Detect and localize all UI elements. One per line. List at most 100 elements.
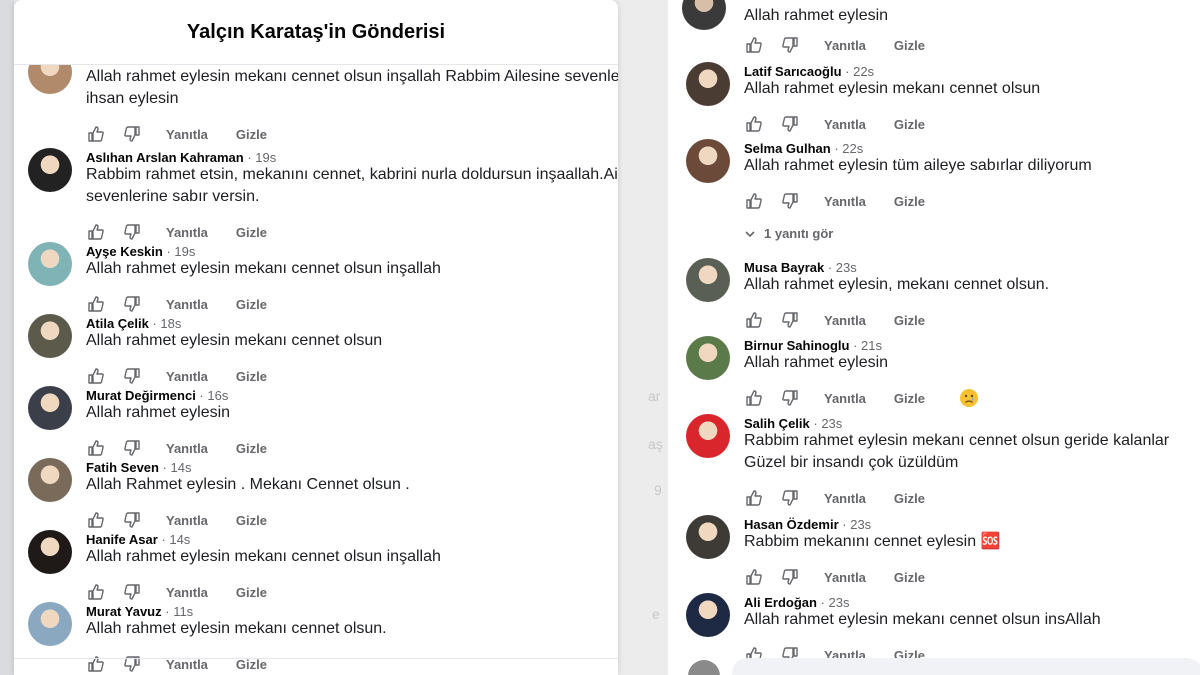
reply-button[interactable]: Yanıtla [824, 391, 866, 406]
comment-time[interactable]: 19s [174, 244, 195, 259]
like-icon[interactable] [744, 567, 764, 587]
dislike-icon[interactable] [122, 294, 142, 314]
like-icon[interactable] [744, 310, 764, 330]
avatar[interactable] [686, 593, 730, 637]
commenter-name[interactable]: Salih Çelik [744, 416, 810, 431]
dislike-icon[interactable] [122, 366, 142, 386]
avatar[interactable] [686, 515, 730, 559]
show-replies-link[interactable]: 1 yanıtı gör [744, 226, 833, 241]
hide-button[interactable]: Gizle [894, 313, 925, 328]
avatar[interactable] [28, 242, 72, 286]
comment-text: Güzel bir insandı çok üzüldüm [744, 454, 959, 471]
like-icon[interactable] [744, 191, 764, 211]
comment-time[interactable]: 22s [842, 141, 863, 156]
avatar[interactable] [686, 139, 730, 183]
commenter-name[interactable]: Hanife Asar [86, 532, 158, 547]
reply-button[interactable]: Yanıtla [824, 491, 866, 506]
like-icon[interactable] [744, 114, 764, 134]
like-icon[interactable] [86, 438, 106, 458]
reply-button[interactable]: Yanıtla [824, 313, 866, 328]
reply-button[interactable]: Yanıtla [166, 585, 208, 600]
like-icon[interactable] [86, 510, 106, 530]
commenter-name[interactable]: Murat Yavuz [86, 604, 162, 619]
avatar[interactable] [28, 314, 72, 358]
like-icon[interactable] [86, 124, 106, 144]
commenter-name[interactable]: Musa Bayrak [744, 260, 824, 275]
comment-header: Musa Bayrak · 23s [744, 260, 857, 275]
comment-time[interactable]: 23s [821, 416, 842, 431]
dislike-icon[interactable] [122, 438, 142, 458]
hide-button[interactable]: Gizle [236, 225, 267, 240]
comment-time[interactable]: 14s [169, 532, 190, 547]
commenter-name[interactable]: Hasan Özdemir [744, 517, 839, 532]
commenter-name[interactable]: Murat Değirmenci [86, 388, 196, 403]
avatar[interactable] [686, 414, 730, 458]
reply-button[interactable]: Yanıtla [824, 117, 866, 132]
avatar[interactable] [28, 386, 72, 430]
dislike-icon[interactable] [780, 567, 800, 587]
avatar[interactable] [28, 530, 72, 574]
dislike-icon[interactable] [780, 388, 800, 408]
hide-button[interactable]: Gizle [236, 513, 267, 528]
dislike-icon[interactable] [122, 510, 142, 530]
commenter-name[interactable]: Atila Çelik [86, 316, 149, 331]
dislike-icon[interactable] [780, 488, 800, 508]
commenter-name[interactable]: Aslıhan Arslan Kahraman [86, 150, 244, 165]
reply-button[interactable]: Yanıtla [166, 441, 208, 456]
like-icon[interactable] [86, 366, 106, 386]
avatar[interactable] [28, 458, 72, 502]
like-icon[interactable] [744, 388, 764, 408]
comment-time[interactable]: 11s [173, 604, 193, 619]
commenter-name[interactable]: Fatih Seven [86, 460, 159, 475]
commenter-name[interactable]: Ali Erdoğan [744, 595, 817, 610]
comment-composer[interactable] [732, 658, 1200, 675]
avatar[interactable] [28, 602, 72, 646]
hide-button[interactable]: Gizle [894, 570, 925, 585]
dislike-icon[interactable] [122, 654, 142, 674]
dialog-bottom-border [14, 658, 618, 659]
commenter-name[interactable]: Ayşe Keskin [86, 244, 163, 259]
like-icon[interactable] [86, 654, 106, 674]
like-icon[interactable] [744, 488, 764, 508]
comment-time[interactable]: 19s [255, 150, 276, 165]
hide-button[interactable]: Gizle [894, 491, 925, 506]
like-icon[interactable] [86, 294, 106, 314]
commenter-name[interactable]: Birnur Sahinoglu [744, 338, 849, 353]
hide-button[interactable]: Gizle [236, 441, 267, 456]
dislike-icon[interactable] [122, 222, 142, 242]
hide-button[interactable]: Gizle [236, 297, 267, 312]
comment-text: Rabbim mekanını cennet eylesin 🆘 [744, 533, 1001, 550]
reply-button[interactable]: Yanıtla [166, 297, 208, 312]
like-icon[interactable] [86, 582, 106, 602]
comment-time[interactable]: 23s [836, 260, 857, 275]
reply-button[interactable]: Yanıtla [824, 570, 866, 585]
comment-time[interactable]: 16s [207, 388, 228, 403]
hide-button[interactable]: Gizle [894, 194, 925, 209]
reply-button[interactable]: Yanıtla [824, 194, 866, 209]
comment-time[interactable]: 14s [171, 460, 192, 475]
comment-time[interactable]: 23s [850, 517, 871, 532]
reply-button[interactable]: Yanıtla [166, 369, 208, 384]
avatar[interactable] [686, 258, 730, 302]
comment-time[interactable]: 21s [861, 338, 882, 353]
hide-button[interactable]: Gizle [236, 369, 267, 384]
avatar[interactable] [686, 336, 730, 380]
dislike-icon[interactable] [780, 114, 800, 134]
hide-button[interactable]: Gizle [894, 117, 925, 132]
dislike-icon[interactable] [122, 582, 142, 602]
show-replies-label[interactable]: 1 yanıtı gör [764, 226, 833, 241]
hide-button[interactable]: Gizle [894, 391, 925, 406]
reply-button[interactable]: Yanıtla [166, 513, 208, 528]
dislike-icon[interactable] [122, 124, 142, 144]
hide-button[interactable]: Gizle [236, 127, 267, 142]
dislike-icon[interactable] [780, 310, 800, 330]
reply-button[interactable]: Yanıtla [166, 127, 208, 142]
commenter-name[interactable]: Selma Gulhan [744, 141, 831, 156]
dislike-icon[interactable] [780, 191, 800, 211]
avatar[interactable] [28, 148, 72, 192]
comment-time[interactable]: 23s [829, 595, 850, 610]
reply-button[interactable]: Yanıtla [166, 225, 208, 240]
comment-time[interactable]: 18s [160, 316, 181, 331]
like-icon[interactable] [86, 222, 106, 242]
hide-button[interactable]: Gizle [236, 585, 267, 600]
